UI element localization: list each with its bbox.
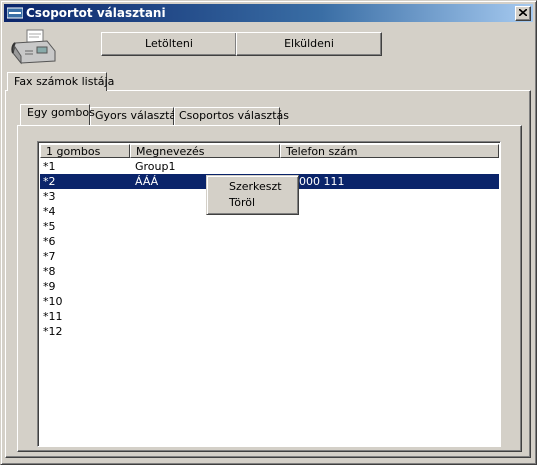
tab-speed-dial[interactable]: Gyors választás	[90, 107, 182, 125]
row-phone: 000 111	[299, 175, 345, 188]
tab-one-touch[interactable]: Egy gombos	[20, 104, 95, 125]
row-key: *7	[43, 250, 56, 263]
send-button[interactable]: Elküldeni	[236, 32, 382, 56]
column-header-phone[interactable]: Telefon szám	[280, 144, 499, 158]
row-key: *9	[43, 280, 56, 293]
window-title: Csoportot választani	[26, 6, 166, 20]
fax-window-icon	[6, 7, 24, 19]
list-row[interactable]: *7	[40, 249, 499, 264]
close-button[interactable]	[515, 6, 531, 21]
row-key: *11	[43, 310, 63, 323]
row-key: *12	[43, 325, 63, 338]
column-header-name[interactable]: Megnevezés	[130, 144, 280, 158]
column-header-one-touch[interactable]: 1 gombos	[40, 144, 130, 158]
list-row[interactable]: *9	[40, 279, 499, 294]
row-key: *8	[43, 265, 56, 278]
row-name: ÁÁÁ	[135, 175, 159, 188]
context-menu-item-edit[interactable]: Szerkeszt	[210, 179, 295, 195]
row-key: *2	[43, 175, 56, 188]
fax-machine-icon	[11, 29, 57, 65]
list-row[interactable]: *10	[40, 294, 499, 309]
download-button[interactable]: Letölteni	[101, 32, 237, 56]
context-menu: Szerkeszt Töröl	[206, 175, 299, 215]
list-row[interactable]: *1 Group1	[40, 159, 499, 174]
tab-fax-number-list[interactable]: Fax számok listája	[7, 72, 114, 91]
list-row[interactable]: *12	[40, 324, 499, 339]
close-icon	[519, 9, 527, 16]
row-key: *4	[43, 205, 56, 218]
dialog-window: Csoportot választani Letölteni Elküldeni…	[0, 0, 537, 465]
list-row[interactable]: *8	[40, 264, 499, 279]
title-bar[interactable]: Csoportot választani	[4, 4, 533, 22]
list-row[interactable]: *11	[40, 309, 499, 324]
row-key: *10	[43, 295, 63, 308]
list-row[interactable]: *5	[40, 219, 499, 234]
row-key: *3	[43, 190, 56, 203]
row-name: Group1	[135, 160, 176, 173]
row-key: *1	[43, 160, 56, 173]
row-key: *5	[43, 220, 56, 233]
list-row[interactable]: *6	[40, 234, 499, 249]
context-menu-item-delete[interactable]: Töröl	[210, 195, 295, 211]
row-key: *6	[43, 235, 56, 248]
tab-group-dial[interactable]: Csoportos választás	[174, 107, 289, 125]
